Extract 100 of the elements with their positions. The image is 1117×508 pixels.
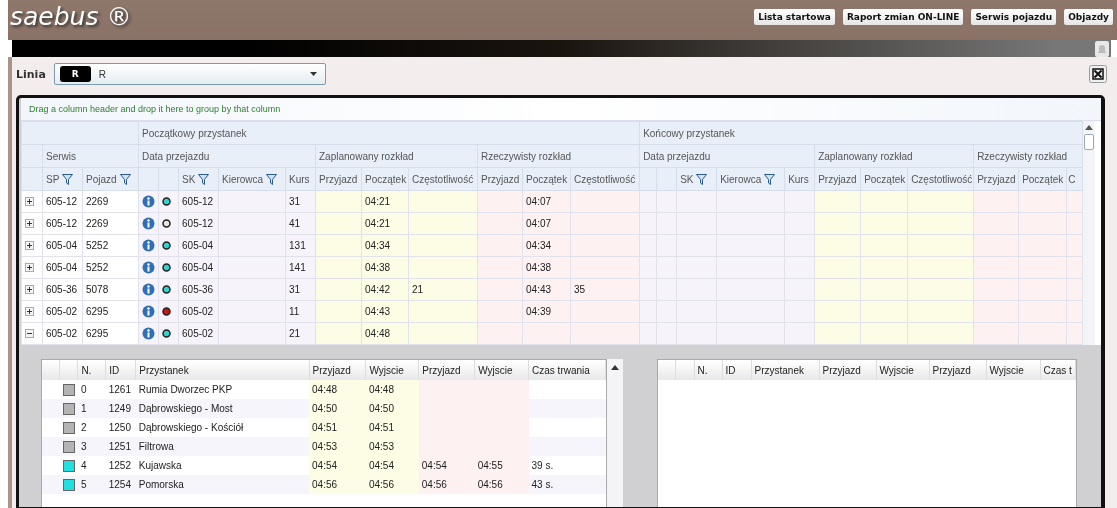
filter-icon[interactable] xyxy=(198,173,210,185)
table-cell: 04:51 xyxy=(368,422,394,433)
column-group-header: Zaplanowany rozkład xyxy=(315,144,478,168)
table-cell: 605-12 xyxy=(182,218,214,229)
table-cell: Filtrowa xyxy=(138,441,174,452)
table-cell: 04:48 xyxy=(312,384,338,395)
caret-icon xyxy=(309,72,317,76)
column-header[interactable]: N. xyxy=(694,360,722,380)
info-icon[interactable] xyxy=(142,283,155,296)
table-cell: Dąbrowskiego - Kościół xyxy=(138,422,244,433)
table-cell: 04:53 xyxy=(368,441,394,452)
column-group-header: Rzeczywisty rozkład xyxy=(477,144,640,168)
table-cell: 04:34 xyxy=(526,240,552,251)
column-header[interactable]: Przystanek xyxy=(135,360,310,380)
info-icon[interactable] xyxy=(142,239,155,252)
column-header[interactable]: Wyjscie xyxy=(876,360,929,380)
expand-toggle[interactable] xyxy=(25,197,34,206)
table-cell: 6295 xyxy=(86,306,109,317)
table-cell: 605-12 xyxy=(46,196,78,207)
nav-button[interactable]: Objazdy xyxy=(1064,9,1113,25)
table-cell: 04:55 xyxy=(477,460,503,471)
column-group-header: Zaplanowany rozkład xyxy=(814,144,974,168)
table-cell: 605-36 xyxy=(182,284,214,295)
table-cell: 04:39 xyxy=(526,306,552,317)
scroll-up-icon[interactable] xyxy=(611,365,619,370)
filter-icon[interactable] xyxy=(62,173,74,185)
table-cell: 605-04 xyxy=(182,240,214,251)
table-cell: 4 xyxy=(80,460,87,471)
table-cell: 5252 xyxy=(86,240,109,251)
scrollbar-thumb[interactable] xyxy=(1084,134,1095,150)
column-header[interactable]: N. xyxy=(77,360,106,380)
table-cell: 35 xyxy=(574,284,586,295)
filter-icon[interactable] xyxy=(696,173,708,185)
line-dropdown[interactable]: R R xyxy=(53,63,326,85)
table-cell: 1261 xyxy=(108,384,131,395)
table-cell: 1254 xyxy=(108,479,131,490)
table-cell: 21 xyxy=(412,284,424,295)
expand-toggle[interactable] xyxy=(25,219,34,228)
column-header[interactable]: Czas t xyxy=(1040,360,1076,380)
table-cell: 605-02 xyxy=(46,328,78,339)
table-cell: 04:54 xyxy=(421,460,447,471)
table-cell: 43 s. xyxy=(531,479,554,490)
column-header[interactable]: Wyjscie xyxy=(474,360,529,380)
scrollbar[interactable] xyxy=(1083,121,1096,345)
table-cell: 1252 xyxy=(108,460,131,471)
column-header[interactable]: Wyjscie xyxy=(986,360,1040,380)
nav-button[interactable]: Serwis pojazdu xyxy=(971,9,1057,25)
table-cell: 6295 xyxy=(86,328,109,339)
table-cell: 5078 xyxy=(86,284,109,295)
table-cell: 31 xyxy=(289,196,301,207)
table-cell: Kujawska xyxy=(138,460,182,471)
nav-button[interactable]: Raport zmian ON-LINE xyxy=(842,9,964,25)
expand-toggle[interactable] xyxy=(25,263,34,272)
filter-icon[interactable] xyxy=(266,173,278,185)
expand-toggle[interactable] xyxy=(25,307,34,316)
table-cell: 04:43 xyxy=(526,284,552,295)
info-icon[interactable] xyxy=(142,261,155,274)
column-header[interactable]: Przyjazd xyxy=(819,360,876,380)
scroll-up-icon[interactable] xyxy=(1085,125,1094,130)
column-header[interactable]: Przyjazd xyxy=(418,360,475,380)
column-header[interactable]: ID xyxy=(105,360,136,380)
table-cell: 605-04 xyxy=(46,262,78,273)
filter-icon[interactable] xyxy=(764,173,776,185)
bell-icon[interactable] xyxy=(1095,40,1109,57)
table-cell: 04:56 xyxy=(312,479,338,490)
table-cell: Dąbrowskiego - Most xyxy=(138,403,233,414)
nav-button[interactable]: Lista startowa xyxy=(754,9,835,25)
table-cell: 131 xyxy=(289,240,306,251)
table-cell: 605-04 xyxy=(46,240,78,251)
column-header[interactable]: Przyjazd xyxy=(929,360,986,380)
expand-toggle[interactable] xyxy=(25,329,34,338)
table-cell: 04:50 xyxy=(368,403,394,414)
column-group-header: Początkowy przystanek xyxy=(138,121,640,145)
app-logo: saebus ® xyxy=(10,2,132,31)
close-button[interactable] xyxy=(1089,65,1107,83)
table-cell: 1251 xyxy=(108,441,131,452)
table-cell: 0 xyxy=(80,384,87,395)
table-cell: 04:54 xyxy=(312,460,338,471)
info-icon[interactable] xyxy=(142,217,155,230)
column-header[interactable]: Przystanek xyxy=(751,360,819,380)
info-icon[interactable] xyxy=(142,327,155,340)
table-cell: 04:50 xyxy=(312,403,338,414)
table-cell: 04:34 xyxy=(365,240,391,251)
table-cell: 04:43 xyxy=(365,306,391,317)
table-cell: 605-02 xyxy=(182,306,214,317)
info-icon[interactable] xyxy=(142,195,155,208)
column-header[interactable]: Wyjscie xyxy=(365,360,419,380)
table-cell: 605-02 xyxy=(182,328,214,339)
expand-toggle[interactable] xyxy=(25,241,34,250)
line-badge: R xyxy=(59,66,91,82)
column-header[interactable]: Przyjazd xyxy=(309,360,366,380)
filter-icon[interactable] xyxy=(119,173,131,185)
table-cell: 39 s. xyxy=(531,460,554,471)
column-header[interactable]: Czas trwania xyxy=(528,360,606,380)
info-icon[interactable] xyxy=(142,305,155,318)
scrollbar[interactable] xyxy=(607,359,623,507)
expand-toggle[interactable] xyxy=(25,285,34,294)
table-cell: 5252 xyxy=(86,262,109,273)
column-header[interactable]: ID xyxy=(722,360,751,380)
table-cell: 04:42 xyxy=(365,284,391,295)
